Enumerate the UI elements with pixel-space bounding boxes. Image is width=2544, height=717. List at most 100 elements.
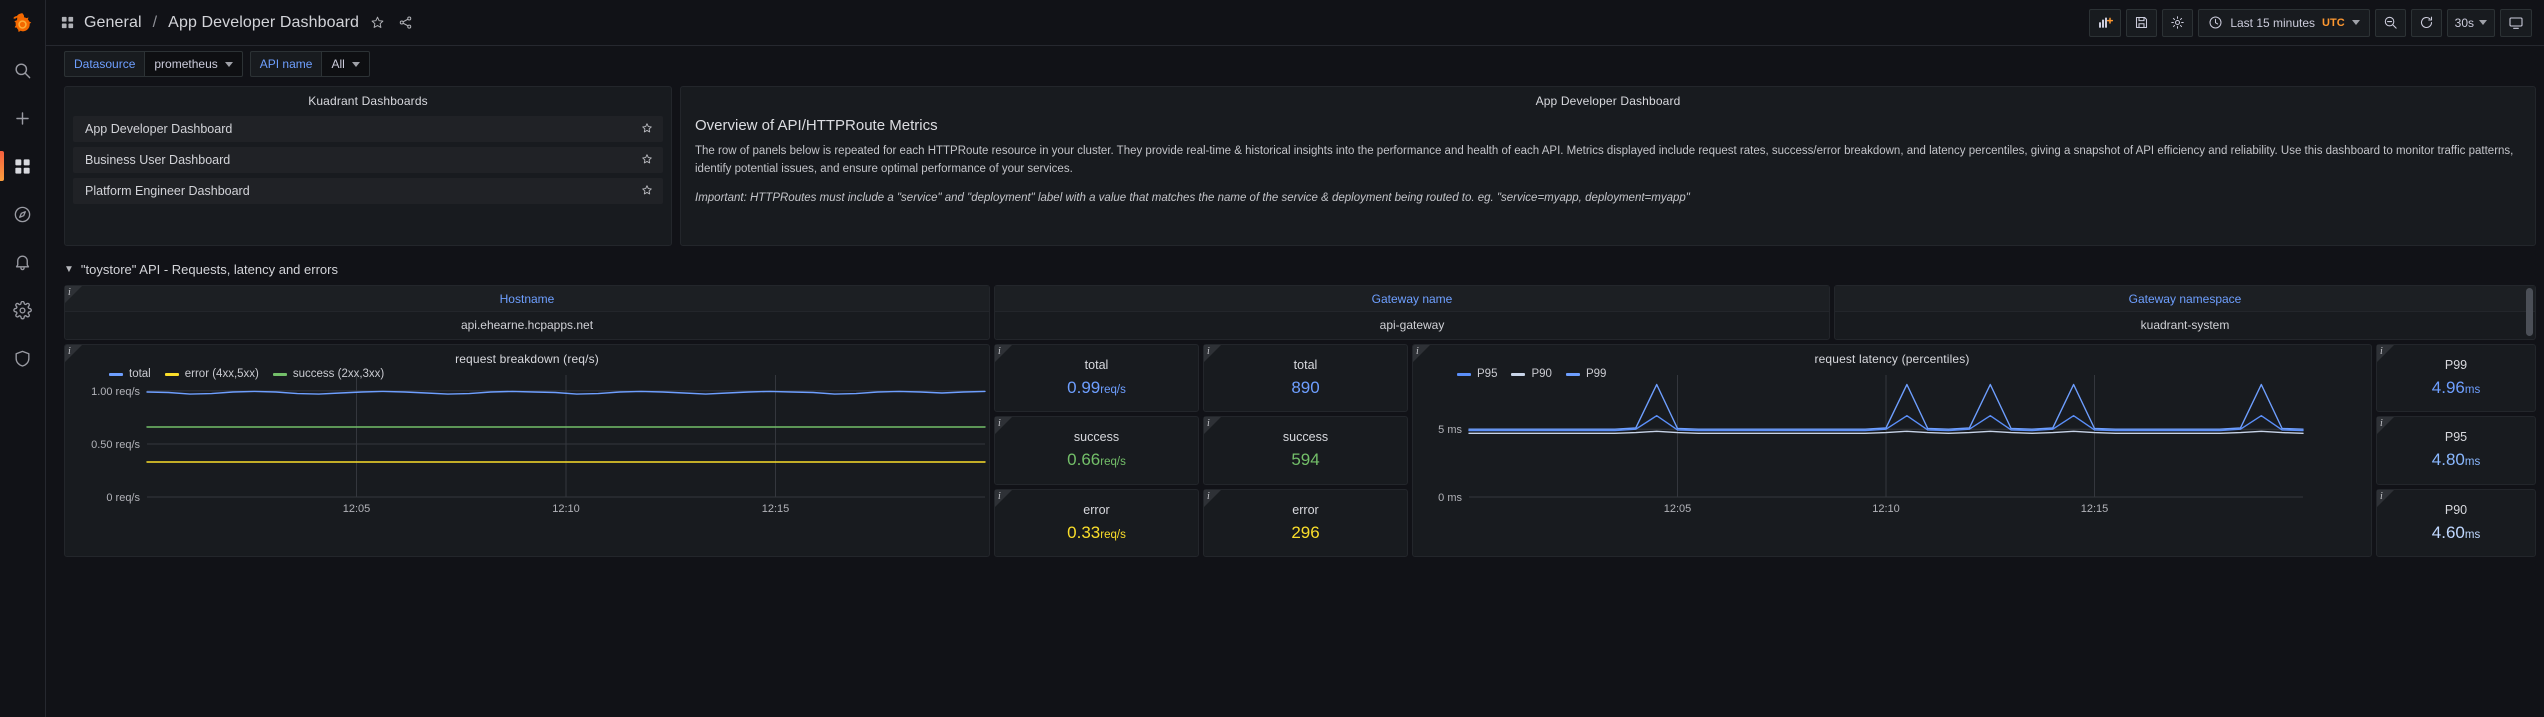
stat-column-rates: i total 0.99req/s i success 0.66req/s <box>994 344 1199 557</box>
text-heading: Overview of API/HTTPRoute Metrics <box>695 117 2521 134</box>
stat-number: 0.33 <box>1067 523 1100 542</box>
list-item[interactable]: Business User Dashboard <box>73 147 663 173</box>
column-header[interactable]: Hostname <box>65 286 989 312</box>
star-icon[interactable] <box>641 184 653 198</box>
variable-api-name-label: API name <box>250 51 322 77</box>
stat-panel-p95: i P95 4.80ms <box>2376 416 2536 484</box>
svg-text:0 req/s: 0 req/s <box>106 492 140 504</box>
sidebar-item-search[interactable] <box>0 46 46 94</box>
main-sidebar <box>0 0 46 717</box>
stat-column-counts: i total 890 i success 594 i error <box>1203 344 1408 557</box>
star-dashboard-icon[interactable] <box>368 13 387 32</box>
row-header-toystore[interactable]: ▼ "toystore" API - Requests, latency and… <box>64 256 2536 282</box>
stat-title: success <box>1074 430 1119 444</box>
panel-request-breakdown: i request breakdown (req/s) 0 req/s0.50 … <box>64 344 990 557</box>
column-header[interactable]: Gateway namespace <box>1835 286 2535 312</box>
text-important-note: Important: HTTPRoutes must include a "se… <box>695 192 2521 204</box>
table-column-gateway-namespace: Gateway namespace kuadrant-system <box>1834 285 2536 340</box>
stat-unit: req/s <box>1100 384 1126 396</box>
stat-value: 0.66req/s <box>1067 450 1126 470</box>
stat-number: 4.96 <box>2432 378 2465 397</box>
dashboard-settings-button[interactable] <box>2162 9 2193 37</box>
panel-info-icon[interactable]: i <box>2380 417 2383 430</box>
panel-info-icon[interactable]: i <box>1207 417 1210 430</box>
stat-unit: ms <box>2465 384 2480 396</box>
sidebar-item-server-admin[interactable] <box>0 334 46 382</box>
template-variables-bar: Datasource prometheus API name All <box>46 46 2544 82</box>
timezone-label: UTC <box>2322 17 2345 29</box>
svg-text:1.00 req/s: 1.00 req/s <box>91 386 140 398</box>
svg-text:12:10: 12:10 <box>1872 503 1900 515</box>
sidebar-item-configuration[interactable] <box>0 286 46 334</box>
panel-info-icon[interactable]: i <box>2380 490 2383 503</box>
stat-number: 0.99 <box>1067 378 1100 397</box>
stat-panel-total-count: i total 890 <box>1203 344 1408 412</box>
chevron-down-icon <box>225 62 233 67</box>
panel-info-icon[interactable]: i <box>68 345 71 358</box>
sidebar-item-dashboards[interactable] <box>0 142 46 190</box>
variable-datasource-value: prometheus <box>154 57 217 71</box>
chevron-down-icon <box>2479 20 2487 25</box>
dashboard-link[interactable]: Business User Dashboard <box>85 153 230 167</box>
stat-panel-error-rate: i error 0.33req/s <box>994 489 1199 557</box>
variable-api-name-value: All <box>331 57 344 71</box>
stat-value: 296 <box>1291 523 1319 543</box>
list-item[interactable]: App Developer Dashboard <box>73 116 663 142</box>
request-latency-plot[interactable]: 0 ms5 ms12:0512:1012:15 <box>1413 369 2307 519</box>
stat-number: 4.80 <box>2432 450 2465 469</box>
share-dashboard-icon[interactable] <box>396 13 415 32</box>
variable-datasource-select[interactable]: prometheus <box>144 51 242 77</box>
tv-icon <box>2508 15 2524 31</box>
svg-text:12:05: 12:05 <box>1664 503 1692 515</box>
zoom-out-time-button[interactable] <box>2375 9 2406 37</box>
stat-title: success <box>1283 430 1328 444</box>
svg-text:12:05: 12:05 <box>343 503 371 515</box>
stat-value: 4.80ms <box>2432 450 2480 470</box>
dashboard-link[interactable]: App Developer Dashboard <box>85 122 232 136</box>
panel-title: Kuadrant Dashboards <box>65 87 671 108</box>
panel-info-icon[interactable]: i <box>1207 345 1210 358</box>
table-column-hostname: i Hostname api.ehearne.hcpapps.net <box>64 285 990 340</box>
add-panel-button[interactable] <box>2089 9 2121 37</box>
stat-panel-p99: i P99 4.96ms <box>2376 344 2536 412</box>
request-breakdown-plot[interactable]: 0 req/s0.50 req/s1.00 req/s12:0512:1012:… <box>65 369 989 519</box>
panel-title: request latency (percentiles) <box>1413 345 2371 366</box>
vertical-scrollbar[interactable] <box>2526 288 2533 336</box>
panel-info-icon[interactable]: i <box>1416 345 1419 358</box>
stat-column-percentiles: i P99 4.96ms i P95 4.80ms <box>2376 344 2536 557</box>
breadcrumb-folder[interactable]: General <box>84 14 142 32</box>
refresh-icon <box>2419 15 2434 30</box>
grafana-logo[interactable] <box>0 0 46 46</box>
column-header[interactable]: Gateway name <box>995 286 1829 312</box>
save-dashboard-button[interactable] <box>2126 9 2157 37</box>
sidebar-item-explore[interactable] <box>0 190 46 238</box>
variable-datasource: Datasource prometheus <box>64 51 243 77</box>
variable-api-name-select[interactable]: All <box>321 51 369 77</box>
stat-title: P99 <box>2445 358 2467 372</box>
star-icon[interactable] <box>641 153 653 167</box>
list-item[interactable]: Platform Engineer Dashboard <box>73 178 663 204</box>
sidebar-item-alerting[interactable] <box>0 238 46 286</box>
breadcrumb-separator: / <box>153 14 158 32</box>
sidebar-item-create[interactable] <box>0 94 46 142</box>
panel-info-icon[interactable]: i <box>998 490 1001 503</box>
stat-title: total <box>1085 358 1109 372</box>
panel-info-icon[interactable]: i <box>998 417 1001 430</box>
chevron-down-icon <box>352 62 360 67</box>
refresh-dashboard-button[interactable] <box>2411 9 2442 37</box>
refresh-interval-picker[interactable]: 30s <box>2447 9 2495 37</box>
grafana-app: General / App Developer Dashboard <box>0 0 2544 717</box>
dashboard-link[interactable]: Platform Engineer Dashboard <box>85 184 250 198</box>
kiosk-mode-button[interactable] <box>2500 9 2532 37</box>
star-icon[interactable] <box>641 122 653 136</box>
panel-info-icon[interactable]: i <box>2380 345 2383 358</box>
variable-datasource-label: Datasource <box>64 51 144 77</box>
stat-title: total <box>1294 358 1318 372</box>
panel-request-latency: i request latency (percentiles) 0 ms5 ms… <box>1412 344 2372 557</box>
stat-title: P90 <box>2445 503 2467 517</box>
clock-icon <box>2208 15 2223 30</box>
time-range-picker[interactable]: Last 15 minutes UTC <box>2198 9 2369 37</box>
panel-info-icon[interactable]: i <box>998 345 1001 358</box>
panel-info-icon[interactable]: i <box>1207 490 1210 503</box>
panel-info-icon[interactable]: i <box>68 286 71 299</box>
